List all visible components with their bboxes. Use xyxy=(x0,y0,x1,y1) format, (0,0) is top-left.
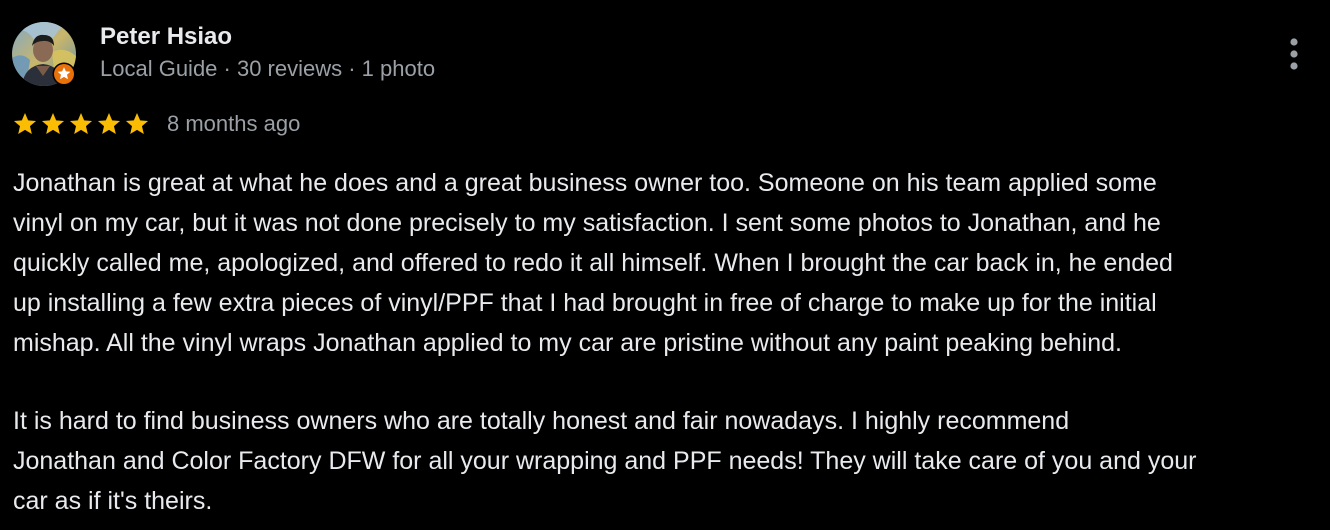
star-icon xyxy=(124,111,150,137)
local-guide-badge-icon xyxy=(52,62,76,86)
review-text-line: up installing a few extra pieces of viny… xyxy=(13,289,1157,317)
review-text-line: vinyl on my car, but it was not done pre… xyxy=(13,209,1161,237)
review-text-line: It is hard to find business owners who a… xyxy=(13,407,1070,435)
star-icon xyxy=(68,111,94,137)
review-date: 8 months ago xyxy=(167,111,301,136)
rating-row: 8 months ago xyxy=(12,108,300,140)
review-text-line: mishap. All the vinyl wraps Jonathan app… xyxy=(13,329,1122,357)
star-icon xyxy=(96,111,122,137)
review-text: Jonathan is great at what he does and a … xyxy=(13,163,1323,521)
review-text-line: Jonathan is great at what he does and a … xyxy=(13,169,1157,197)
review-text-line: Jonathan and Color Factory DFW for all y… xyxy=(13,447,1197,475)
more-vert-icon xyxy=(1278,34,1310,74)
star-icon xyxy=(12,111,38,137)
review-text-line: car as if it's theirs. xyxy=(13,487,213,515)
review-text-line: quickly called me, apologized, and offer… xyxy=(13,249,1173,277)
author-name[interactable]: Peter Hsiao xyxy=(100,20,232,54)
author-avatar[interactable] xyxy=(12,22,76,86)
author-meta[interactable]: Local Guide · 30 reviews · 1 photo xyxy=(100,53,435,85)
review-card: Peter Hsiao Local Guide · 30 reviews · 1… xyxy=(0,0,1330,530)
more-options-button[interactable] xyxy=(1278,34,1310,74)
star-icon xyxy=(40,111,66,137)
paragraph-break xyxy=(13,363,1323,401)
star-rating xyxy=(12,111,150,137)
